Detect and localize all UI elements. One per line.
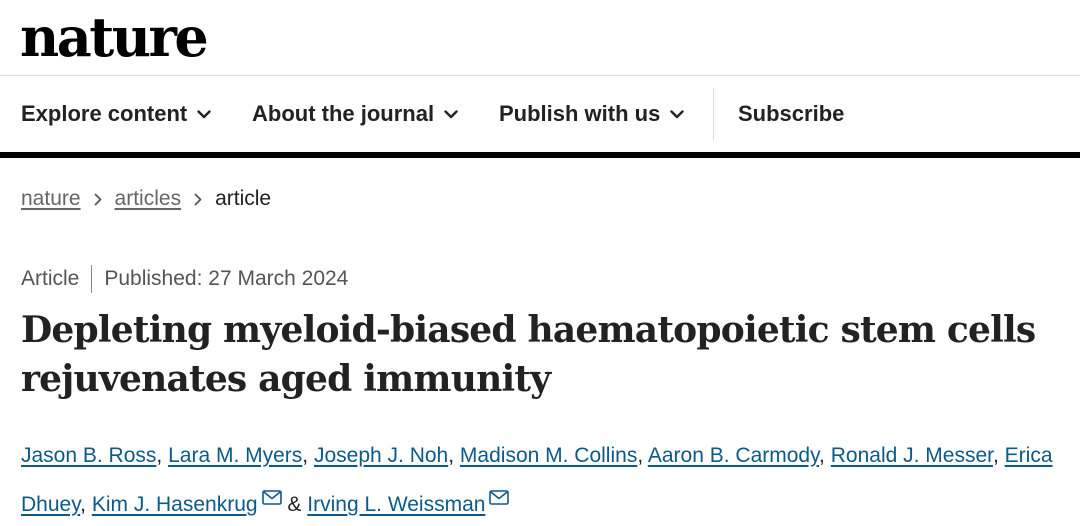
main-nav: Explore content About the journal Publis… — [0, 88, 1080, 140]
chevron-down-icon — [670, 109, 685, 119]
author-conjunction: & — [287, 493, 302, 516]
author-link[interactable]: Lara M. Myers — [168, 444, 302, 467]
author-link[interactable]: Kim J. Hasenkrug — [92, 493, 258, 516]
chevron-down-icon — [444, 109, 458, 119]
chevron-right-icon — [94, 193, 102, 206]
breadcrumb-current: article — [215, 187, 272, 210]
nav-label: About the journal — [252, 101, 435, 126]
nav-label: Explore content — [21, 101, 188, 126]
nav-subscribe[interactable]: Subscribe — [738, 88, 844, 140]
author-separator: , — [448, 444, 455, 467]
nav-about-the-journal[interactable]: About the journal — [252, 88, 458, 140]
breadcrumb-link-nature[interactable]: nature — [21, 187, 81, 211]
nav-label: Publish with us — [499, 101, 661, 126]
header-divider — [0, 75, 1080, 76]
author-link[interactable]: Madison M. Collins — [460, 444, 637, 467]
chevron-down-icon — [197, 109, 211, 119]
mail-icon[interactable] — [489, 477, 510, 520]
author-link[interactable]: Joseph J. Noh — [314, 444, 448, 467]
chevron-right-icon — [194, 193, 202, 206]
author-list: Jason B. Ross, Lara M. Myers, Joseph J. … — [21, 434, 1071, 526]
author-link[interactable]: Jason B. Ross — [21, 444, 156, 467]
author-separator: , — [992, 444, 999, 467]
author-separator: , — [80, 493, 86, 516]
article-meta: Article Published: 27 March 2024 — [21, 265, 348, 293]
meta-divider — [91, 265, 93, 293]
nav-label: Subscribe — [738, 101, 845, 126]
author-link[interactable]: Aaron B. Carmody — [648, 444, 819, 467]
nav-publish-with-us[interactable]: Publish with us — [499, 88, 685, 140]
author-link[interactable]: Irving L. Weissman — [307, 493, 485, 516]
nav-explore-content[interactable]: Explore content — [21, 88, 211, 140]
mail-icon[interactable] — [261, 477, 282, 520]
author-link[interactable]: Ronald J. Messer — [831, 444, 993, 467]
author-separator: , — [302, 444, 309, 467]
author-separator: , — [637, 444, 644, 467]
breadcrumb: nature articles article — [21, 187, 271, 211]
article-type: Article — [21, 267, 80, 290]
author-separator: , — [156, 444, 163, 467]
published-date: Published: 27 March 2024 — [104, 267, 349, 290]
author-separator: , — [819, 444, 825, 467]
nav-divider — [713, 88, 714, 140]
article-title: Depleting myeloid-biased haematopoietic … — [21, 309, 1036, 400]
nature-logo[interactable]: nature — [20, 2, 209, 72]
breadcrumb-link-articles[interactable]: articles — [115, 187, 182, 211]
nav-bottom-bar — [0, 152, 1080, 158]
